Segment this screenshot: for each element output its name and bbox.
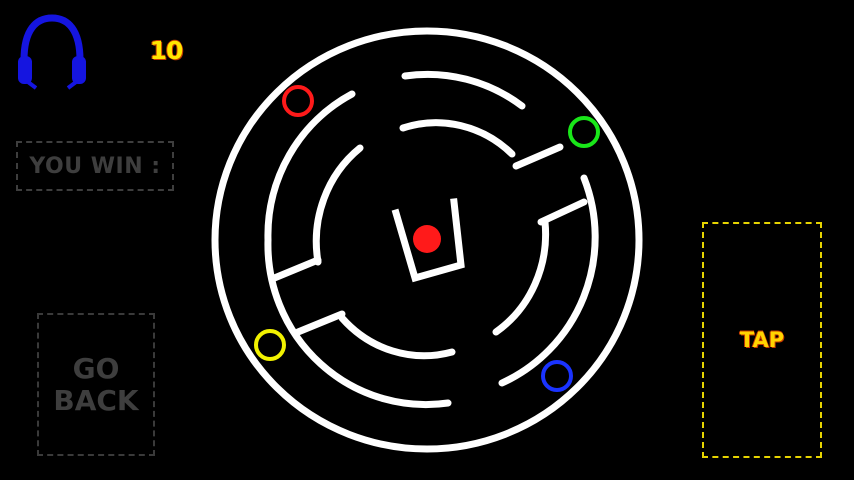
maze-ring3-wall — [492, 218, 550, 336]
win-status-box: YOU WIN : — [16, 141, 174, 191]
red-target-ring — [282, 85, 314, 117]
headphones-button[interactable] — [14, 12, 90, 92]
win-label: YOU WIN : — [29, 153, 161, 179]
maze-ring2-wall — [498, 174, 599, 387]
maze-ring3-wall — [312, 144, 364, 266]
maze-ring3-wall — [338, 314, 456, 360]
go-back-button[interactable]: GO BACK — [37, 313, 155, 456]
headphones-icon — [18, 14, 86, 90]
green-target-ring — [568, 116, 600, 148]
tap-button[interactable]: TAP — [702, 222, 822, 458]
maze-connector-wall — [268, 256, 322, 283]
circular-maze[interactable] — [200, 18, 654, 462]
maze-ring2-wall — [401, 70, 526, 110]
red-ball[interactable] — [413, 225, 441, 253]
yellow-target-ring — [254, 329, 286, 361]
go-back-label: GO BACK — [53, 351, 139, 417]
blue-target-ring — [541, 360, 573, 392]
maze-connector-wall — [537, 198, 588, 226]
tap-label: TAP — [739, 328, 785, 352]
maze-ring3-wall — [399, 119, 516, 158]
maze-connector-wall — [512, 143, 564, 170]
score-counter: 10 — [149, 36, 184, 65]
maze-connector-wall — [294, 310, 346, 336]
